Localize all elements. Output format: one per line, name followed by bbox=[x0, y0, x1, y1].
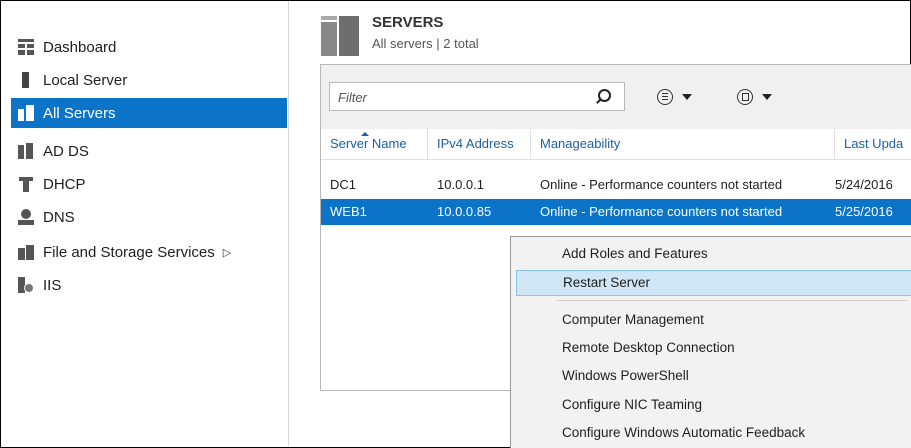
save-icon bbox=[737, 89, 753, 105]
chevron-down-icon bbox=[762, 94, 772, 100]
sidebar-item-label: DNS bbox=[43, 208, 75, 226]
dhcp-icon bbox=[18, 176, 34, 192]
filter-input[interactable] bbox=[330, 83, 600, 112]
cell-ipv4: 10.0.0.85 bbox=[437, 204, 492, 219]
file-storage-icon bbox=[18, 244, 34, 260]
page-subtitle: All servers | 2 total bbox=[372, 36, 479, 51]
sidebar-item-all-servers[interactable]: All Servers bbox=[11, 98, 287, 128]
sidebar-item-label: AD DS bbox=[43, 142, 89, 160]
servers-header-icon bbox=[321, 16, 359, 56]
column-header-ipv4[interactable]: IPv4 Address bbox=[428, 129, 531, 159]
cell-last-update: 5/25/2016 bbox=[835, 204, 893, 219]
sort-ascending-icon bbox=[361, 132, 369, 136]
ad-ds-icon bbox=[18, 143, 34, 159]
sidebar-item-local-server[interactable]: Local Server bbox=[18, 65, 288, 95]
search-icon[interactable] bbox=[596, 88, 614, 106]
submenu-arrow-icon[interactable]: ▷ bbox=[223, 246, 231, 259]
view-options-button[interactable] bbox=[657, 86, 692, 108]
column-header-manageability[interactable]: Manageability bbox=[531, 129, 835, 159]
cell-server-name: WEB1 bbox=[330, 204, 367, 219]
all-servers-icon bbox=[18, 105, 34, 121]
page-title: SERVERS bbox=[372, 14, 444, 31]
sidebar-item-ad-ds[interactable]: AD DS bbox=[18, 136, 288, 166]
dashboard-icon bbox=[18, 39, 34, 55]
menu-item-remote-desktop[interactable]: Remote Desktop Connection bbox=[516, 335, 911, 361]
chevron-down-icon bbox=[682, 94, 692, 100]
sidebar-item-iis[interactable]: IIS bbox=[18, 270, 288, 300]
toolbar bbox=[321, 65, 911, 129]
sidebar-item-dashboard[interactable]: Dashboard bbox=[18, 32, 288, 62]
local-server-icon bbox=[18, 72, 34, 88]
cell-ipv4: 10.0.0.1 bbox=[437, 177, 484, 192]
table-header: Server Name IPv4 Address Manageability L… bbox=[321, 129, 911, 160]
menu-item-automatic-feedback[interactable]: Configure Windows Automatic Feedback bbox=[516, 420, 911, 446]
menu-item-add-roles[interactable]: Add Roles and Features bbox=[516, 241, 911, 267]
sidebar-item-label: File and Storage Services bbox=[43, 243, 215, 261]
menu-item-computer-management[interactable]: Computer Management bbox=[516, 307, 911, 333]
sidebar-item-label: IIS bbox=[43, 276, 62, 294]
cell-manageability: Online - Performance counters not starte… bbox=[540, 204, 783, 219]
sidebar-item-label: DHCP bbox=[43, 175, 86, 193]
sidebar-item-label: All Servers bbox=[43, 104, 116, 122]
cell-server-name: DC1 bbox=[330, 177, 357, 192]
sidebar-item-label: Local Server bbox=[43, 71, 128, 89]
sidebar-item-file-storage[interactable]: File and Storage Services ▷ bbox=[18, 237, 288, 267]
menu-item-powershell[interactable]: Windows PowerShell bbox=[516, 363, 911, 389]
context-menu: Add Roles and Features Restart Server Co… bbox=[510, 236, 911, 448]
menu-item-restart-server[interactable]: Restart Server bbox=[516, 270, 911, 296]
iis-icon bbox=[18, 277, 34, 293]
table-row[interactable]: DC1 10.0.0.1 Online - Performance counte… bbox=[321, 172, 911, 198]
sidebar-item-label: Dashboard bbox=[43, 38, 117, 56]
column-header-server-name[interactable]: Server Name bbox=[321, 129, 428, 159]
sidebar: Dashboard Local Server All Servers AD DS… bbox=[1, 1, 289, 446]
filter-box bbox=[329, 82, 625, 112]
cell-manageability: Online - Performance counters not starte… bbox=[540, 177, 783, 192]
column-header-last-update[interactable]: Last Upda bbox=[835, 129, 911, 159]
menu-item-nic-teaming[interactable]: Configure NIC Teaming bbox=[516, 392, 911, 418]
dns-icon bbox=[18, 209, 34, 225]
sidebar-item-dhcp[interactable]: DHCP bbox=[18, 169, 288, 199]
list-options-icon bbox=[657, 89, 673, 105]
table-row-selected[interactable]: WEB1 10.0.0.85 Online - Performance coun… bbox=[321, 199, 911, 225]
sidebar-item-dns[interactable]: DNS bbox=[18, 202, 288, 232]
cell-last-update: 5/24/2016 bbox=[835, 177, 893, 192]
menu-separator bbox=[557, 300, 907, 301]
save-query-button[interactable] bbox=[737, 86, 772, 108]
